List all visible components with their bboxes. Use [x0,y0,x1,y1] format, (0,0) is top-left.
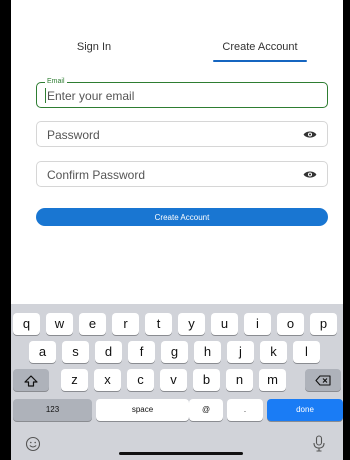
key-r[interactable]: r [112,313,139,335]
microphone-icon[interactable] [312,435,326,452]
key-v[interactable]: v [160,369,187,391]
done-key[interactable]: done [267,399,343,421]
key-i[interactable]: i [244,313,271,335]
auth-tabs: Sign In Create Account [11,36,343,62]
key-s[interactable]: s [62,341,89,363]
tab-create-account[interactable]: Create Account [177,36,343,62]
create-account-screen: Sign In Create Account Email Create Acco… [11,0,343,460]
eye-icon[interactable] [303,129,317,140]
backspace-icon [315,375,331,386]
key-h[interactable]: h [194,341,221,363]
email-input[interactable] [47,87,287,104]
key-g[interactable]: g [161,341,188,363]
numbers-key[interactable]: 123 [13,399,92,421]
key-z[interactable]: z [61,369,88,391]
key-p[interactable]: p [310,313,337,335]
home-indicator[interactable] [119,452,243,455]
key-w[interactable]: w [46,313,73,335]
password-input[interactable] [47,126,287,143]
emoji-icon[interactable] [25,436,41,452]
key-c[interactable]: c [127,369,154,391]
on-screen-keyboard: q w e r t y u i o p a s d f g h j k l z … [11,304,343,460]
key-b[interactable]: b [193,369,220,391]
key-t[interactable]: t [145,313,172,335]
confirm-password-field[interactable] [36,161,328,187]
key-o[interactable]: o [277,313,304,335]
shift-key[interactable] [13,369,49,391]
key-e[interactable]: e [79,313,106,335]
eye-icon[interactable] [303,169,317,180]
key-m[interactable]: m [259,369,286,391]
key-l[interactable]: l [293,341,320,363]
tab-sign-in[interactable]: Sign In [11,36,177,62]
key-j[interactable]: j [227,341,254,363]
text-cursor [45,88,46,103]
shift-icon [24,374,38,387]
key-x[interactable]: x [94,369,121,391]
password-field[interactable] [36,121,328,147]
key-a[interactable]: a [29,341,56,363]
key-y[interactable]: y [178,313,205,335]
email-field-legend: Email [45,77,67,87]
dot-key[interactable]: . [227,399,263,421]
key-q[interactable]: q [13,313,40,335]
key-d[interactable]: d [95,341,122,363]
create-account-button[interactable]: Create Account [36,208,328,226]
key-n[interactable]: n [226,369,253,391]
email-field[interactable]: Email [36,77,328,108]
space-key[interactable]: space [96,399,189,421]
key-f[interactable]: f [128,341,155,363]
key-u[interactable]: u [211,313,238,335]
backspace-key[interactable] [305,369,341,391]
at-key[interactable]: @ [189,399,223,421]
confirm-password-input[interactable] [47,166,287,183]
key-k[interactable]: k [260,341,287,363]
